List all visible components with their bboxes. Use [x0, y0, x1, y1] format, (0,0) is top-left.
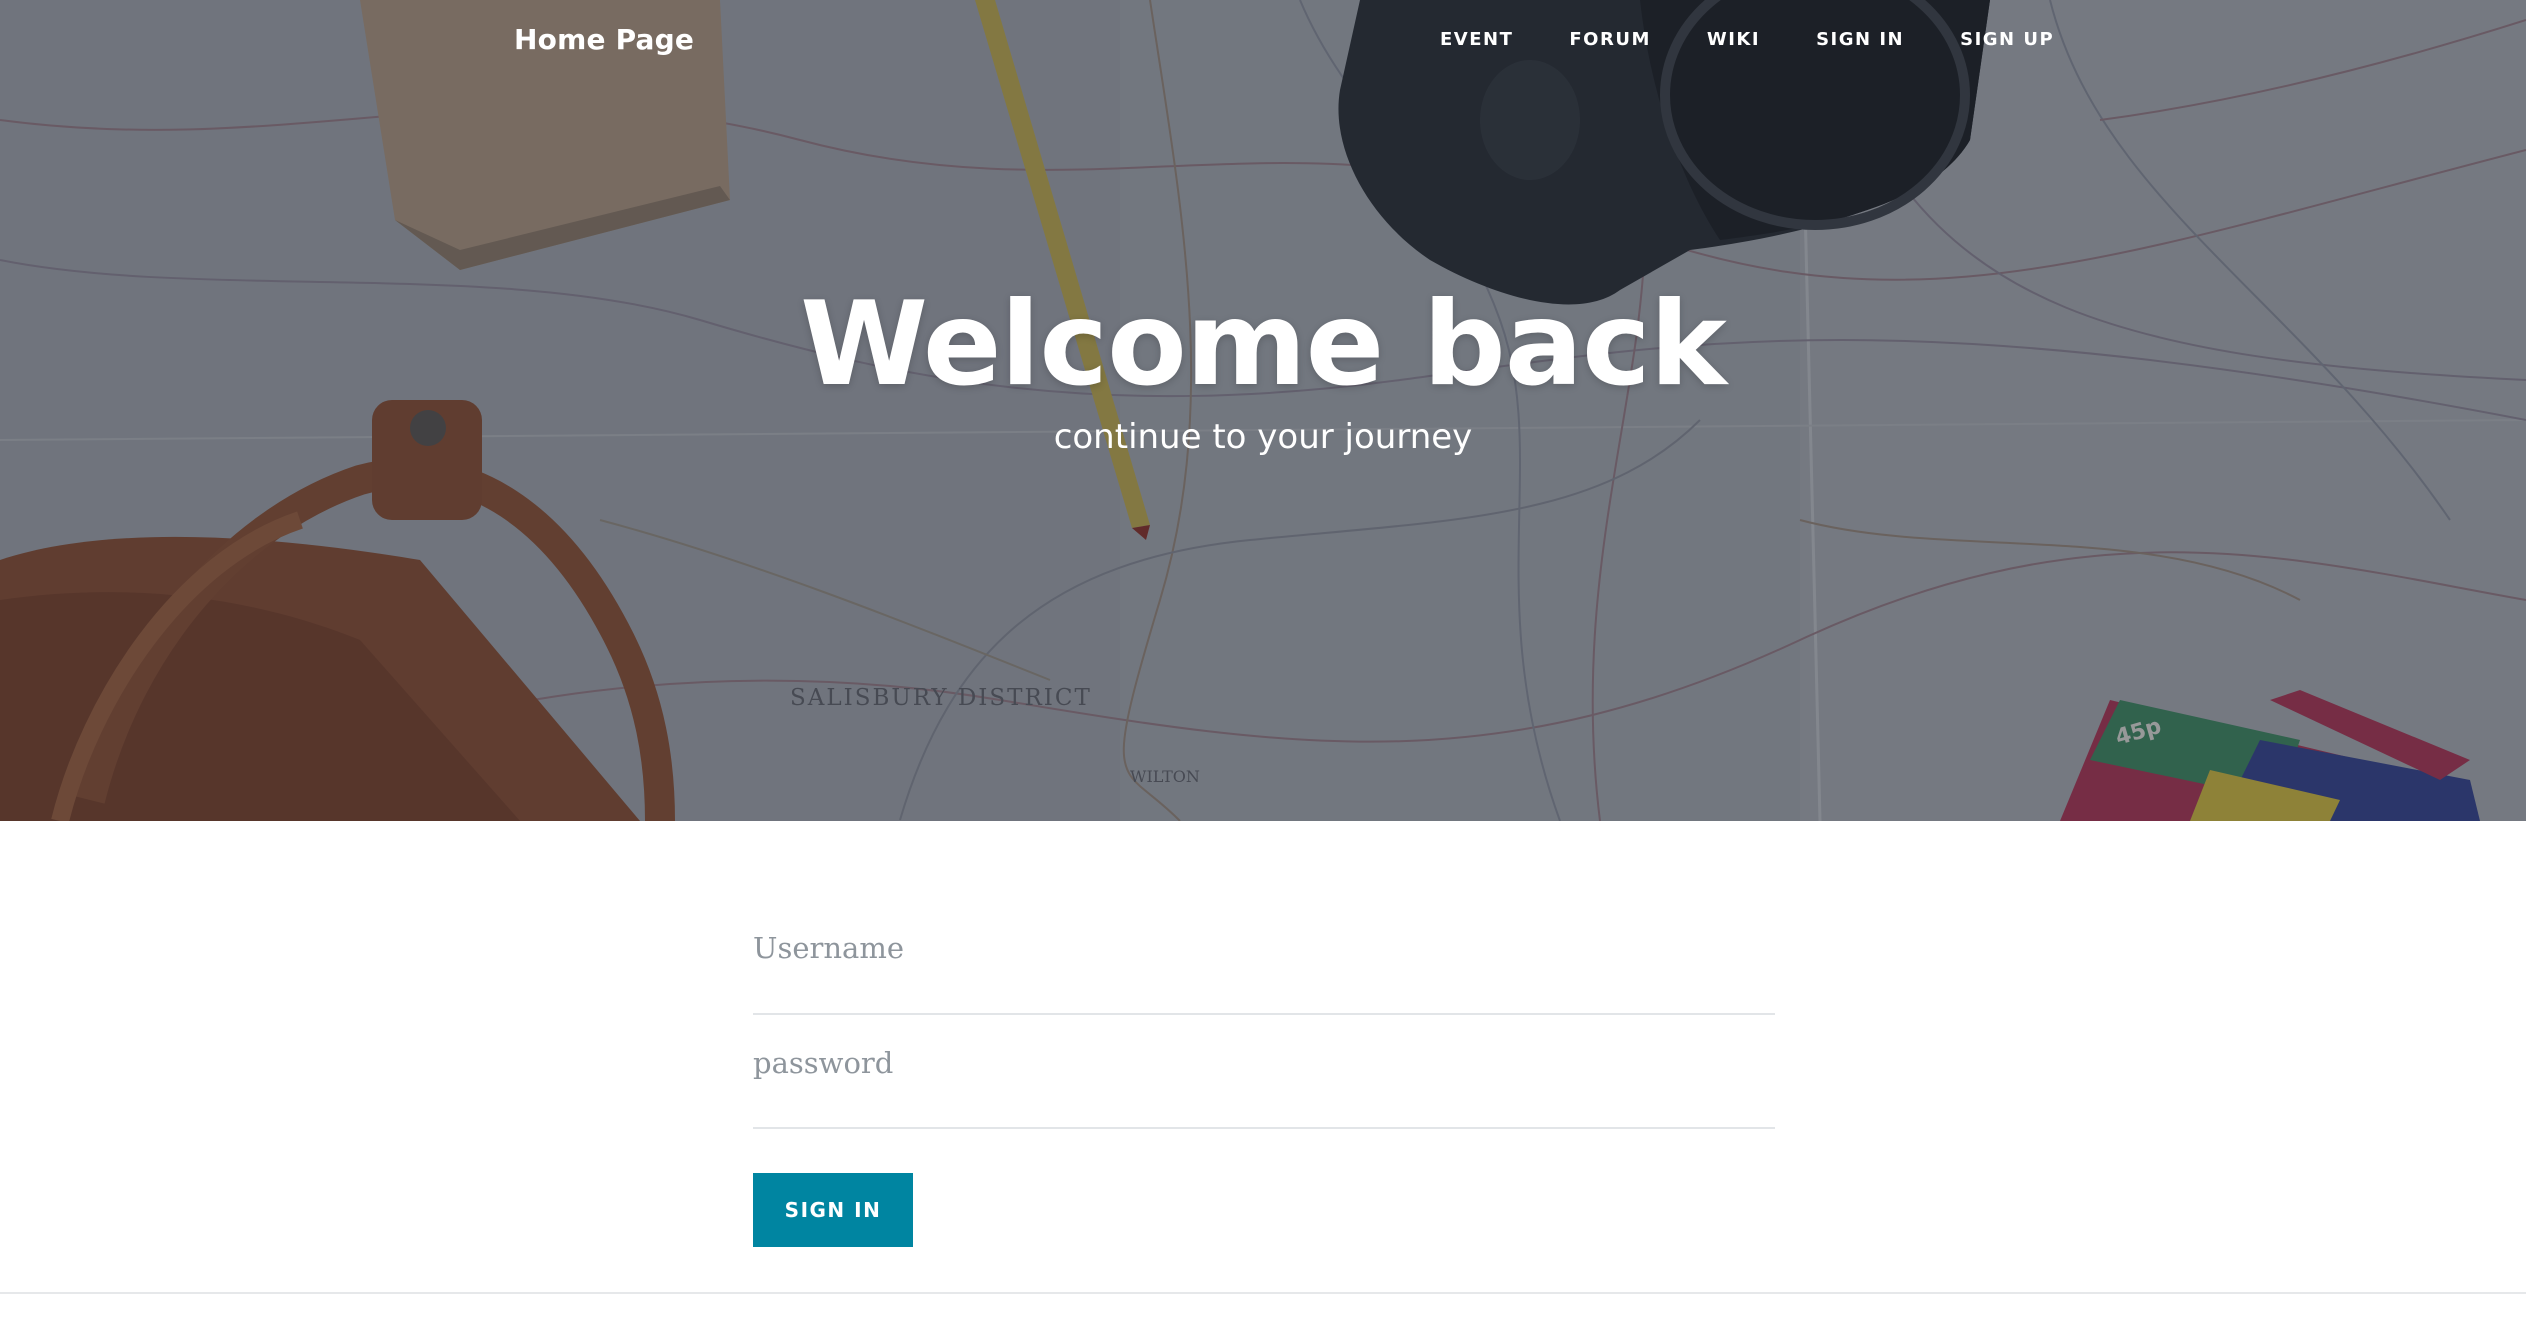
- nav-link-sign-up[interactable]: SIGN UP: [1960, 24, 2054, 56]
- page-title: Welcome back: [800, 277, 1727, 412]
- hero-header: SALISBURY DISTRICT WILTON 45p Home Page …: [0, 0, 2526, 821]
- sign-in-form: SIGN IN: [753, 900, 1775, 1247]
- username-field-group: [753, 900, 1775, 1015]
- nav-link-sign-in[interactable]: SIGN IN: [1816, 24, 1904, 56]
- page-subtitle: continue to your journey: [1053, 417, 1473, 457]
- footer-divider: [0, 1292, 2526, 1294]
- nav-link-event[interactable]: EVENT: [1440, 24, 1513, 56]
- username-input[interactable]: [753, 918, 1775, 978]
- password-input[interactable]: [753, 1033, 1775, 1093]
- main-nav: EVENT FORUM WIKI SIGN IN SIGN UP: [1440, 24, 2054, 56]
- nav-link-wiki[interactable]: WIKI: [1707, 24, 1760, 56]
- nav-link-forum[interactable]: FORUM: [1569, 24, 1651, 56]
- brand-link[interactable]: Home Page: [514, 18, 694, 62]
- password-field-group: [753, 1015, 1775, 1129]
- sign-in-button[interactable]: SIGN IN: [753, 1173, 913, 1247]
